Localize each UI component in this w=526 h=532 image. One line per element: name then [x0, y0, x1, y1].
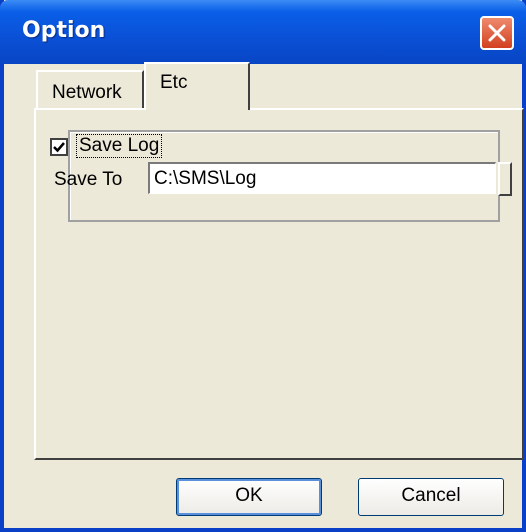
ok-button[interactable]: OK — [176, 478, 322, 516]
tab-network-label: Network — [52, 82, 122, 103]
save-log-checkbox[interactable] — [50, 138, 68, 156]
tab-etc-label: Etc — [160, 72, 188, 93]
save-to-label: Save To — [54, 169, 123, 190]
title-bar[interactable]: Option — [0, 0, 526, 64]
tab-network[interactable]: Network — [36, 70, 144, 108]
close-button[interactable] — [480, 16, 514, 50]
window-title: Option — [22, 18, 106, 43]
tab-etc[interactable]: Etc — [144, 62, 250, 110]
etc-tab-panel — [34, 108, 524, 460]
option-dialog: Option Network Etc Save Log Save To OK C… — [0, 0, 526, 532]
save-to-path-input[interactable] — [148, 162, 496, 194]
cancel-button[interactable]: Cancel — [358, 478, 504, 516]
save-log-label[interactable]: Save Log — [76, 134, 163, 158]
browse-button[interactable] — [498, 162, 512, 196]
